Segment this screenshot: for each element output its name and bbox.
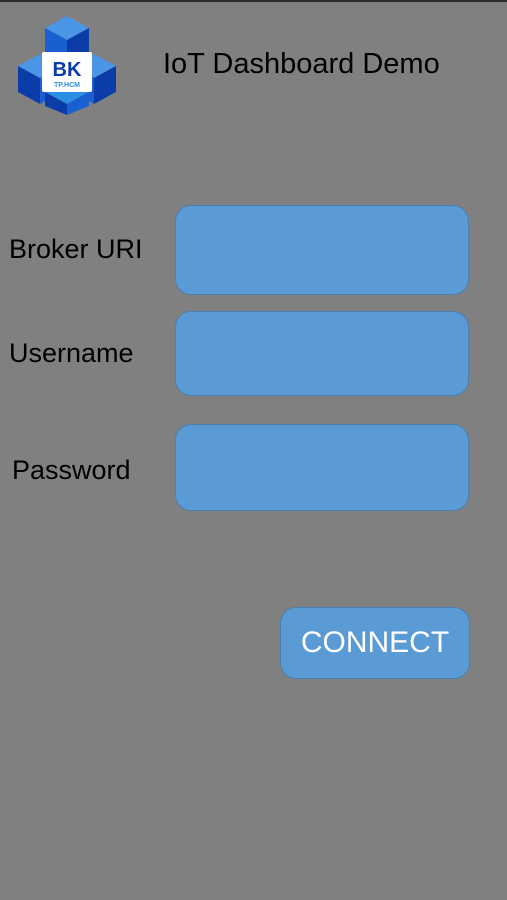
logo-text: BK (53, 59, 82, 81)
top-border (0, 0, 507, 2)
username-label: Username (9, 338, 134, 368)
username-input[interactable] (175, 311, 469, 396)
password-input[interactable] (175, 424, 469, 511)
bk-logo-icon: BK TP.HCM (18, 14, 116, 116)
logo-subtext: TP.HCM (54, 82, 80, 89)
broker-uri-input[interactable] (175, 205, 469, 295)
app-title: IoT Dashboard Demo (163, 48, 440, 80)
password-label: Password (12, 455, 131, 485)
broker-uri-label: Broker URI (9, 234, 143, 264)
connect-button[interactable]: CONNECT (280, 607, 470, 679)
